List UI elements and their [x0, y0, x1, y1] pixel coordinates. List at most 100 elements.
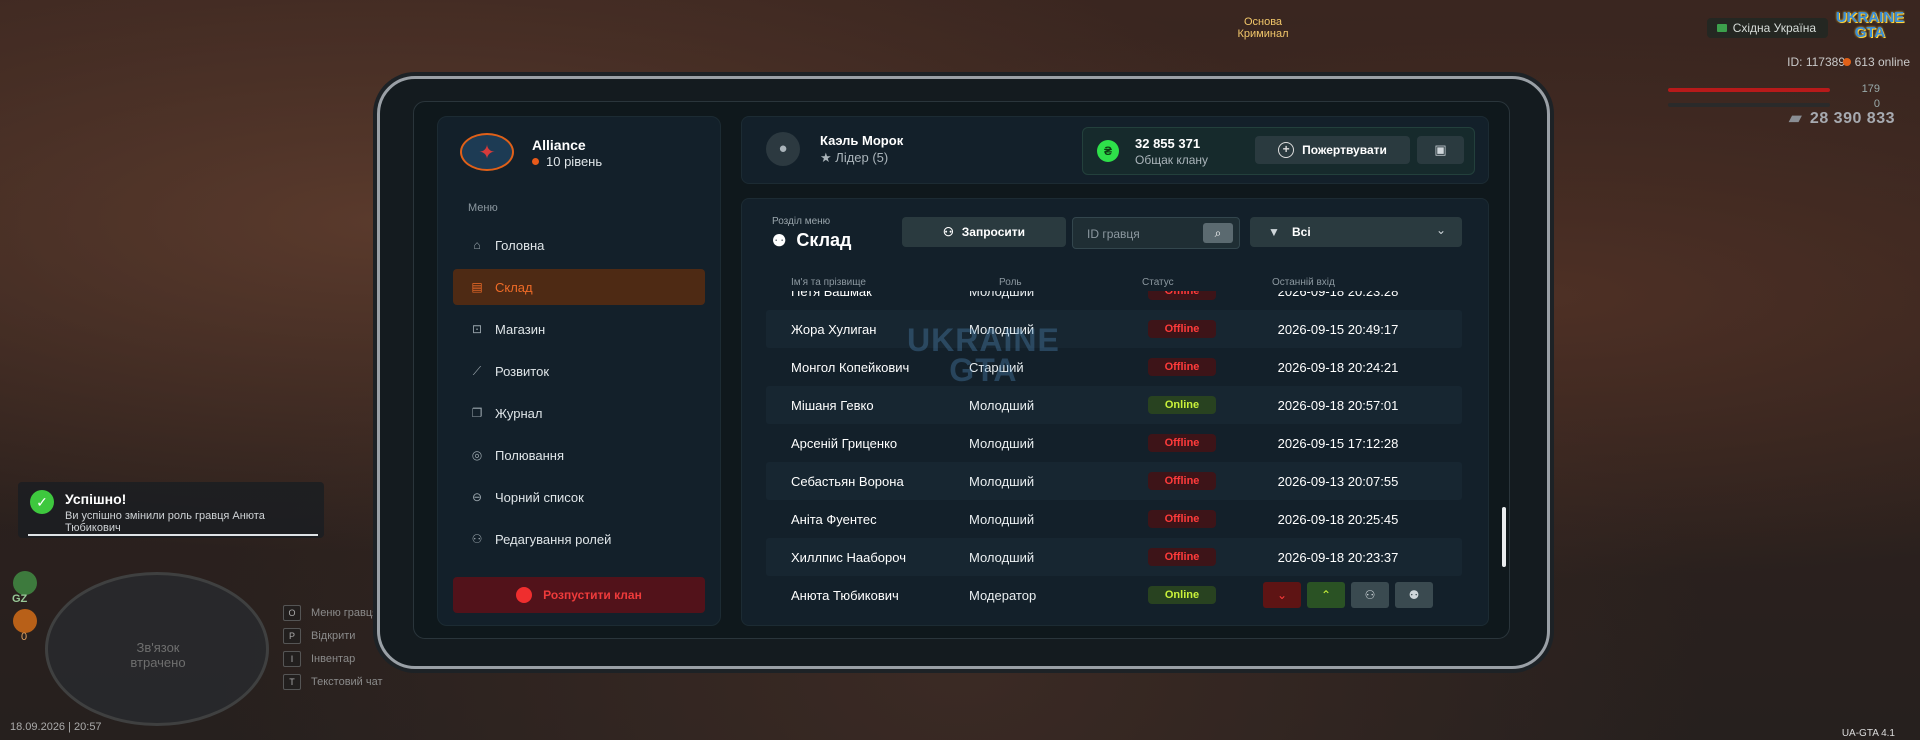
- home-icon: ⌂: [473, 238, 481, 252]
- sidebar-item-journal[interactable]: ❐ Журнал: [453, 395, 705, 431]
- row-actions: ⌄ ⌃ ⚇ ⚉: [1263, 582, 1433, 608]
- sidebar-item-blacklist[interactable]: ⊖ Чорний список: [453, 479, 705, 515]
- demote-button[interactable]: ⌄: [1263, 582, 1301, 608]
- gangzone-label: GZ: [12, 593, 28, 605]
- status-badge: Offline: [1148, 510, 1216, 528]
- invite-button[interactable]: ⚇ Запросити: [902, 217, 1066, 247]
- sidebar: ✦ Alliance 10 рівень Меню ⌂ Головна ▤ Скла…: [437, 116, 721, 626]
- crosshair-icon: ◎: [471, 448, 483, 462]
- search-box: ⌕: [1072, 217, 1240, 250]
- disband-icon: [516, 587, 533, 603]
- members-panel: Розділ меню ⚉Склад ⚇Запросити ⌕ ▼ Всі ⌄ …: [741, 198, 1489, 626]
- status-badge: Offline: [1148, 434, 1216, 452]
- header-name: Ім'я та прізвище: [791, 277, 866, 288]
- table-row[interactable]: Себастьян Ворона Молодший Offline 2026-0…: [766, 462, 1462, 500]
- search-icon[interactable]: ⌕: [1203, 223, 1233, 243]
- sidebar-item-roles[interactable]: ⚇ Редагування ролей: [453, 521, 705, 557]
- clan-name: Alliance: [532, 137, 586, 153]
- wanted-count: 0: [21, 631, 28, 643]
- sidebar-item-shop[interactable]: ⊡ Магазин: [453, 311, 705, 347]
- clan-funds: ₴ 32 855 371 Общак клану + Пожертвувати ▣: [1082, 127, 1475, 175]
- header-role: Роль: [999, 277, 1022, 288]
- notification-title: Успішно!: [65, 491, 127, 507]
- header-last-login: Останній вхід: [1272, 277, 1335, 288]
- sidebar-item-storage[interactable]: ▤ Склад: [453, 269, 705, 305]
- leader-name: Каэль Морок: [820, 133, 904, 148]
- clan-level: 10 рівень: [532, 154, 602, 169]
- table-row[interactable]: Монгол Копейкович Старший Offline 2026-0…: [766, 348, 1462, 386]
- server-id: ID: 117389: [1787, 55, 1845, 69]
- keybind-row: I Інвентар: [283, 647, 383, 670]
- block-icon: ⊖: [471, 490, 483, 504]
- book-icon: ❐: [471, 406, 483, 420]
- donate-button[interactable]: + Пожертвувати: [1255, 136, 1410, 164]
- table-row[interactable]: Анюта Тюбикович Модератор Online ⌄ ⌃ ⚇ ⚉: [766, 576, 1462, 614]
- leader-card: ● Каэль Морок ★ Лідер (5) ₴ 32 855 371 О…: [741, 116, 1489, 184]
- menu-caption: Меню: [468, 202, 498, 214]
- watermark-logo: UKRAINE GTA: [907, 322, 1060, 388]
- version-label: UA-GTA 4.1: [1841, 728, 1895, 739]
- status-badge: Online: [1148, 586, 1216, 604]
- funds-amount: 32 855 371: [1135, 136, 1201, 151]
- notification-progress: [28, 534, 318, 536]
- chevron-down-icon: ⌄: [1435, 223, 1446, 237]
- scrollbar[interactable]: [1502, 507, 1506, 567]
- sidebar-item-main[interactable]: ⌂ Головна: [453, 227, 705, 263]
- table-row[interactable]: Аніта Фуентес Молодший Offline 2026-09-1…: [766, 500, 1462, 538]
- table-row[interactable]: Петя Башмак Молодший Offline 2026-09-18 …: [766, 291, 1462, 310]
- table-row[interactable]: Жора Хулиган Молодший Offline 2026-09-15…: [766, 310, 1462, 348]
- table-header: Ім'я та прізвище Роль Статус Останній вх…: [742, 273, 1488, 291]
- chart-icon: ⟋: [472, 363, 482, 378]
- region-badge: Східна Україна: [1706, 18, 1828, 38]
- table-row[interactable]: Хиллпис Наабороч Молодший Offline 2026-0…: [766, 538, 1462, 576]
- minimap-status: Зв'язок втрачено: [130, 640, 186, 670]
- section-caption: Розділ меню: [772, 216, 831, 227]
- zone-badge: Основа Криминал: [1237, 16, 1289, 40]
- status-badge: Offline: [1148, 358, 1216, 376]
- filter-value: Всі: [1292, 225, 1311, 239]
- add-user-icon: ⚇: [942, 225, 954, 239]
- check-icon: ✓: [30, 490, 54, 514]
- table-row[interactable]: Арсеній Гриценко Молодший Offline 2026-0…: [766, 424, 1462, 462]
- status-badge: Online: [1148, 396, 1216, 414]
- online-count: 613 online: [1842, 55, 1910, 69]
- clan-avatar: ✦: [460, 133, 514, 171]
- group-icon: ⚉: [772, 232, 787, 250]
- safe-button[interactable]: ▣: [1417, 136, 1464, 164]
- health-value: 179: [1861, 83, 1880, 95]
- clan-tablet: ✦ Alliance 10 рівень Меню ⌂ Головна ▤ Скла…: [377, 76, 1550, 669]
- server-logo: UKRAINE GTA: [1835, 9, 1905, 41]
- online-dot-icon: [1842, 58, 1851, 66]
- leader-role: ★ Лідер (5): [820, 150, 889, 165]
- page-title: ⚉ Склад: [772, 230, 852, 250]
- sidebar-item-development[interactable]: ⟋ Розвиток: [453, 353, 705, 389]
- status-badge: Offline: [1148, 472, 1216, 490]
- disband-clan-button[interactable]: Розпустити клан: [453, 577, 705, 613]
- header-status: Статус: [1142, 277, 1174, 288]
- sidebar-menu: ⌂ Головна ▤ Склад ⊡ Магазин ⟋ Розвиток ❐ Журн…: [453, 227, 705, 563]
- search-input[interactable]: [1085, 218, 1199, 250]
- level-dot-icon: [532, 158, 539, 165]
- cash-icon: ▰: [1789, 110, 1802, 127]
- armor-bar: [1668, 103, 1830, 107]
- user-icon-button[interactable]: ⚇: [1351, 582, 1389, 608]
- wanted-icon: [13, 609, 37, 633]
- notification-message: Ви успішно змінили роль гравця Анюта Тюб…: [65, 510, 265, 534]
- tablet-screen: ✦ Alliance 10 рівень Меню ⌂ Головна ▤ Скла…: [413, 101, 1510, 639]
- user-avatar-icon: ●: [766, 132, 800, 166]
- plus-icon: +: [1278, 142, 1295, 158]
- player-money: ▰ 28 390 833: [1789, 110, 1895, 127]
- table-row[interactable]: Мішаня Гевко Молодший Online 2026-09-18 …: [766, 386, 1462, 424]
- keybind-row: P Відкрити: [283, 624, 383, 647]
- region-label: Східна Україна: [1732, 21, 1816, 35]
- health-bar: [1668, 88, 1830, 92]
- promote-button[interactable]: ⌃: [1307, 582, 1345, 608]
- status-badge: Offline: [1148, 291, 1216, 300]
- members-table: Петя Башмак Молодший Offline 2026-09-18 …: [766, 291, 1462, 621]
- sidebar-item-hunting[interactable]: ◎ Полювання: [453, 437, 705, 473]
- keybind-row: O Меню гравця: [283, 601, 383, 624]
- role-filter-select[interactable]: ▼ Всі ⌄: [1250, 217, 1462, 247]
- keybind-hints: O Меню гравця P Відкрити I Інвентар T Тексто…: [283, 601, 383, 693]
- status-badge: Offline: [1148, 320, 1216, 338]
- kick-user-button[interactable]: ⚉: [1395, 582, 1433, 608]
